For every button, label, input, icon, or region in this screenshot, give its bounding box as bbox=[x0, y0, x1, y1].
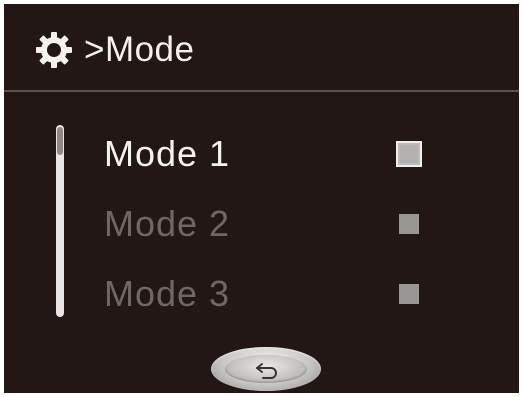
mode-3-checkbox[interactable] bbox=[399, 284, 419, 304]
mode-option-1[interactable]: Mode 1 bbox=[104, 130, 484, 178]
mode-1-checkbox[interactable] bbox=[396, 141, 422, 167]
header-divider bbox=[4, 90, 519, 92]
mode-option-label: Mode 3 bbox=[104, 273, 231, 314]
back-button-face bbox=[225, 355, 307, 383]
mode-2-checkbox[interactable] bbox=[399, 214, 419, 234]
header-bar: >Mode bbox=[4, 4, 519, 90]
gear-icon bbox=[36, 32, 72, 68]
scrollbar[interactable] bbox=[56, 125, 64, 317]
mode-option-label: Mode 2 bbox=[104, 203, 231, 244]
return-arrow-icon bbox=[256, 363, 277, 379]
scrollbar-thumb[interactable] bbox=[57, 127, 63, 155]
device-screen: >Mode Mode 1 Mode 2 Mode 3 bbox=[4, 4, 519, 393]
mode-option-2[interactable]: Mode 2 bbox=[104, 200, 484, 248]
mode-option-3[interactable]: Mode 3 bbox=[104, 270, 484, 318]
page-title: >Mode bbox=[84, 30, 195, 69]
back-button[interactable] bbox=[211, 347, 321, 391]
mode-option-label: Mode 1 bbox=[104, 133, 231, 174]
